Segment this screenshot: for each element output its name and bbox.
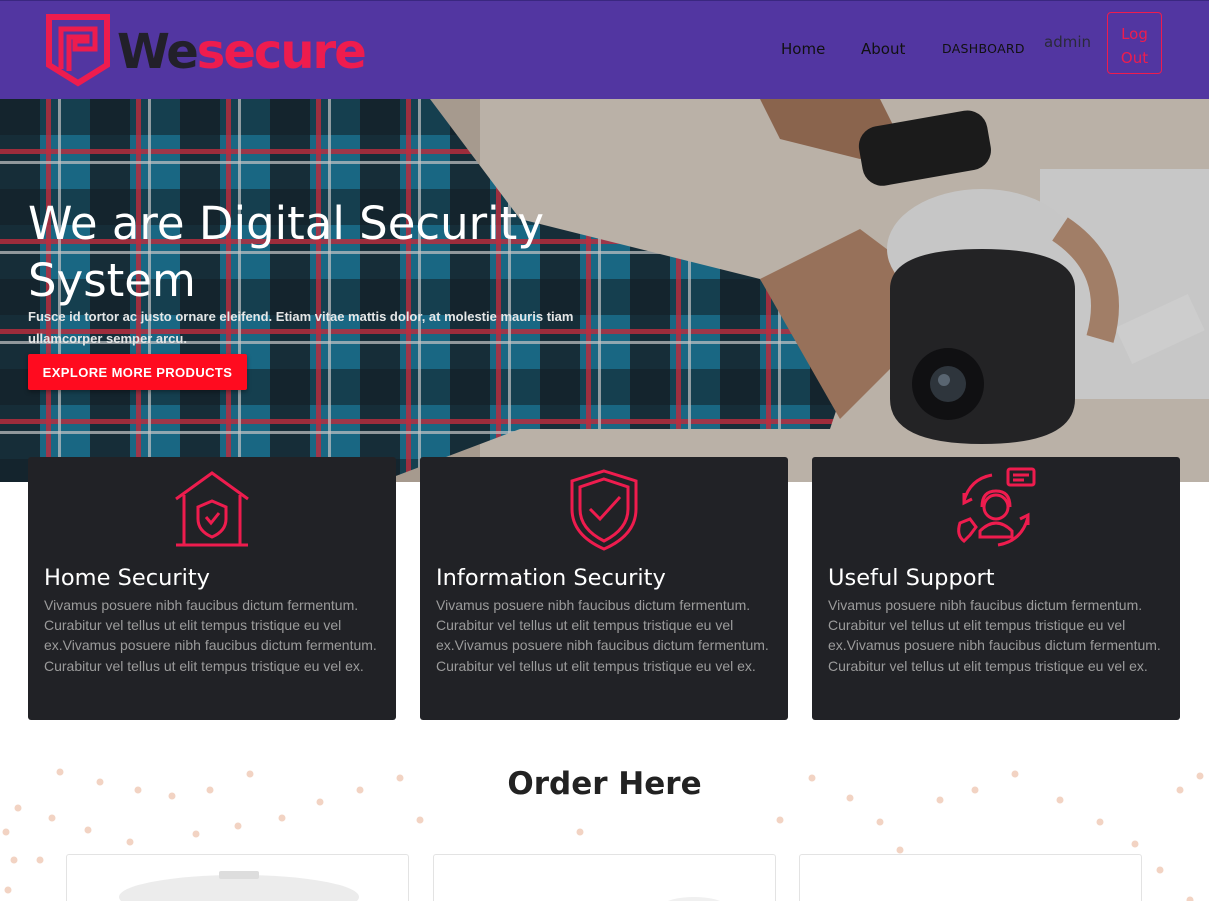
feature-title: Home Security: [44, 565, 210, 591]
feature-card-home-security: Home Security Vivamus posuere nibh fauci…: [28, 457, 396, 720]
navbar: Wesecure Home About DASHBOARD admin Log …: [0, 0, 1209, 99]
order-section-title: Order Here: [507, 766, 702, 802]
logout-button[interactable]: Log Out: [1107, 12, 1162, 74]
explore-products-button[interactable]: EXPLORE MORE PRODUCTS: [28, 354, 247, 390]
hero-banner: We are Digital Security System Fusce id …: [0, 99, 1209, 482]
shield-logo-icon: [46, 14, 110, 87]
brand-name-we: We: [117, 24, 199, 80]
nav-home-link[interactable]: Home: [781, 40, 825, 58]
brand-name-secure: secure: [196, 24, 367, 80]
shield-check-icon: [570, 469, 638, 551]
support-agent-icon: [957, 467, 1036, 547]
hero-title: We are Digital Security System: [28, 197, 544, 307]
feature-card-useful-support: Useful Support Vivamus posuere nibh fauc…: [812, 457, 1180, 720]
product-card[interactable]: [799, 854, 1142, 901]
hero-subtitle: Fusce id tortor ac justo ornare eleifend…: [28, 309, 574, 346]
feature-card-information-security: Information Security Vivamus posuere nib…: [420, 457, 788, 720]
username-label: admin: [1044, 33, 1091, 51]
brand-logo[interactable]: Wesecure: [45, 13, 367, 87]
product-image: [668, 897, 720, 901]
feature-text: Vivamus posuere nibh faucibus dictum fer…: [828, 597, 1161, 674]
feature-text: Vivamus posuere nibh faucibus dictum fer…: [44, 597, 377, 674]
nav-about-link[interactable]: About: [861, 40, 905, 58]
feature-title: Information Security: [436, 565, 666, 591]
home-shield-icon: [175, 471, 249, 547]
nav-dashboard-link[interactable]: DASHBOARD: [942, 41, 1025, 56]
product-card[interactable]: [66, 854, 409, 901]
feature-text: Vivamus posuere nibh faucibus dictum fer…: [436, 597, 769, 674]
feature-title: Useful Support: [828, 565, 995, 591]
product-card[interactable]: [433, 854, 776, 901]
brand-name: Wesecure: [117, 28, 367, 76]
product-image: [119, 871, 359, 901]
